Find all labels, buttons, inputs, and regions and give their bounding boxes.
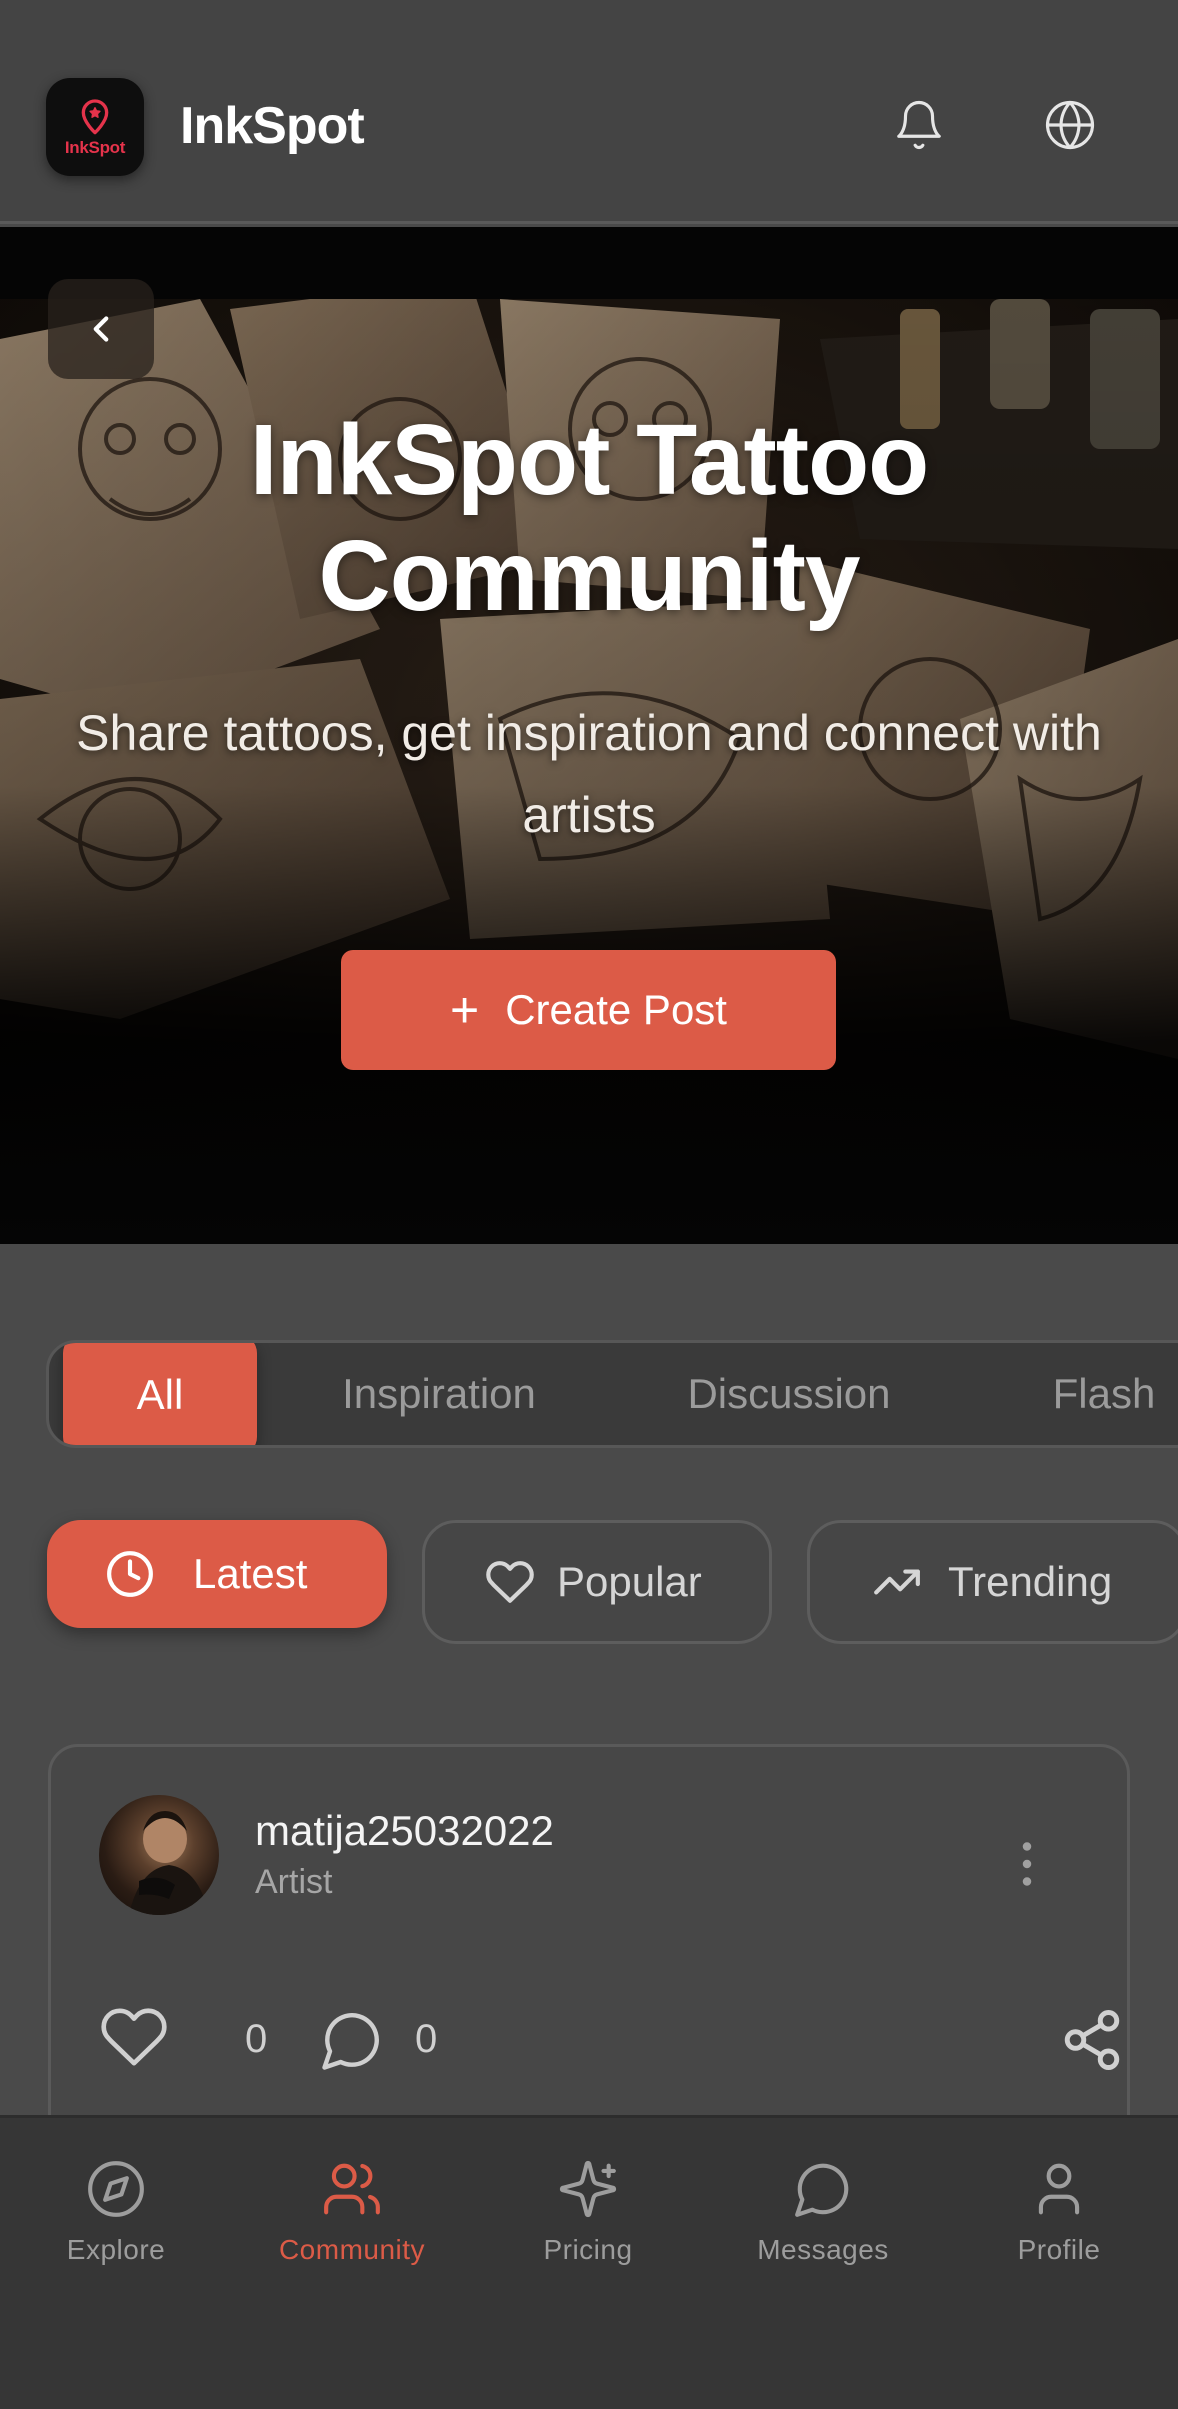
heart-icon: [486, 1561, 534, 1603]
nav-profile-label: Profile: [1017, 2234, 1101, 2265]
sort-trending-label: Trending: [948, 1558, 1113, 1605]
post-actions: 0 0: [99, 1997, 1120, 2077]
user-icon: [1038, 2163, 1080, 2215]
app-name: InkSpot: [180, 97, 365, 155]
nav-messages-label: Messages: [757, 2234, 889, 2265]
tab-all[interactable]: All: [63, 1343, 257, 1445]
hero-subtitle: Share tattoos, get inspiration and conne…: [76, 705, 1102, 843]
category-tabs: All Inspiration Discussion Flash: [46, 1340, 1178, 1448]
users-icon: [324, 2163, 380, 2215]
nav-community[interactable]: Community: [262, 2158, 442, 2288]
plus-icon: +: [450, 982, 480, 1038]
globe-icon[interactable]: [1043, 98, 1097, 152]
compass-icon: [88, 2161, 144, 2217]
hero-title: InkSpot Tattoo Community: [249, 404, 929, 632]
map-pin-icon: [81, 99, 109, 135]
post-user-role: Artist: [255, 1863, 333, 1901]
comment-count: 0: [415, 2017, 438, 2061]
nav-pricing[interactable]: Pricing: [498, 2158, 678, 2288]
avatar-photo: [129, 1811, 209, 1915]
nav-community-label: Community: [278, 2234, 426, 2265]
comment-icon[interactable]: [319, 2007, 385, 2073]
sort-latest-label: Latest: [193, 1550, 308, 1597]
nav-messages[interactable]: Messages: [733, 2158, 913, 2288]
bottom-navigation: Explore Community Pricing Messages Profi…: [0, 2115, 1178, 2409]
post-username[interactable]: matija25032022: [255, 1807, 554, 1855]
nav-explore[interactable]: Explore: [26, 2158, 206, 2288]
create-post-button[interactable]: + Create Post: [341, 950, 836, 1070]
bell-icon[interactable]: [892, 98, 946, 152]
sort-popular-label: Popular: [557, 1558, 702, 1605]
hero-banner: InkSpot Tattoo Community Share tattoos, …: [0, 227, 1178, 1244]
app-logo[interactable]: InkSpot: [46, 78, 144, 176]
app-header: InkSpot InkSpot: [0, 0, 1178, 224]
create-post-label: Create Post: [505, 986, 727, 1033]
sort-popular-button[interactable]: Popular: [422, 1520, 772, 1644]
more-vertical-icon[interactable]: [1017, 1839, 1037, 1889]
avatar[interactable]: [99, 1795, 219, 1915]
sparkles-icon: [559, 2160, 617, 2218]
share-icon[interactable]: [1059, 2007, 1125, 2073]
back-button[interactable]: [48, 279, 154, 379]
tab-discussion[interactable]: Discussion: [639, 1343, 939, 1445]
message-circle-icon: [795, 2163, 849, 2217]
nav-pricing-label: Pricing: [543, 2234, 633, 2265]
sort-trending-button[interactable]: Trending: [807, 1520, 1178, 1644]
like-count: 0: [245, 2017, 268, 2061]
tab-flash[interactable]: Flash: [1009, 1343, 1178, 1445]
like-heart-icon[interactable]: [99, 2005, 169, 2069]
sort-latest-button[interactable]: Latest: [47, 1520, 387, 1628]
tab-inspiration[interactable]: Inspiration: [299, 1343, 579, 1445]
logo-text: InkSpot: [64, 138, 126, 157]
nav-profile[interactable]: Profile: [969, 2158, 1149, 2288]
clock-icon: [107, 1551, 153, 1597]
nav-explore-label: Explore: [66, 2234, 166, 2265]
trending-up-icon: [874, 1569, 920, 1595]
chevron-left-icon: [93, 316, 109, 342]
